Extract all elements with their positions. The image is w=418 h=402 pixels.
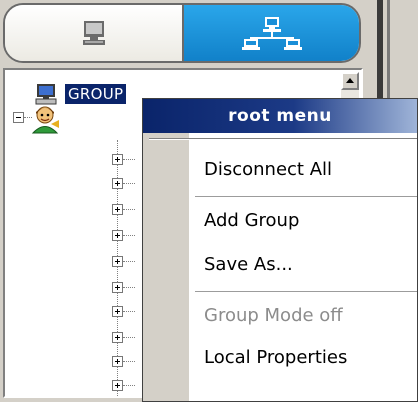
tree-node-label[interactable]: GROUP bbox=[65, 84, 127, 104]
tab-local-view[interactable] bbox=[5, 5, 182, 61]
tree-node-group[interactable]: GROUP bbox=[35, 82, 127, 106]
expand-toggle[interactable] bbox=[112, 332, 123, 343]
tree-connector bbox=[123, 235, 135, 236]
user-icon bbox=[31, 106, 59, 134]
menu-item-add-group[interactable]: Add Group bbox=[204, 210, 299, 231]
expand-toggle[interactable] bbox=[112, 178, 123, 189]
tree-connector bbox=[123, 361, 135, 362]
menu-item-save-as[interactable]: Save As... bbox=[204, 254, 293, 275]
root-context-menu: root menu Disconnect All Add Group Save … bbox=[142, 98, 418, 402]
menu-item-disconnect-all[interactable]: Disconnect All bbox=[204, 159, 332, 180]
tree-connector bbox=[123, 183, 135, 184]
expand-toggle[interactable] bbox=[112, 256, 123, 267]
expand-toggle[interactable] bbox=[112, 356, 123, 367]
tree-connector bbox=[123, 287, 135, 288]
view-toggle bbox=[3, 3, 361, 63]
expand-toggle[interactable] bbox=[112, 282, 123, 293]
context-menu-header: root menu bbox=[143, 99, 417, 133]
context-menu-gutter bbox=[143, 133, 189, 401]
network-icon bbox=[241, 17, 302, 50]
expand-toggle[interactable] bbox=[112, 380, 123, 391]
tab-network-view[interactable] bbox=[182, 5, 359, 61]
tree-connector bbox=[123, 385, 135, 386]
computer-icon bbox=[82, 21, 105, 45]
menu-item-group-mode-off[interactable]: Group Mode off bbox=[204, 305, 343, 326]
tree-connector bbox=[123, 209, 135, 210]
collapse-toggle[interactable] bbox=[13, 112, 24, 123]
menu-item-local-properties[interactable]: Local Properties bbox=[204, 347, 347, 368]
tree-connector bbox=[123, 159, 135, 160]
computer-icon bbox=[35, 84, 57, 105]
expand-toggle[interactable] bbox=[112, 230, 123, 241]
context-menu-title: root menu bbox=[228, 106, 332, 126]
expand-toggle[interactable] bbox=[112, 154, 123, 165]
menu-separator bbox=[195, 291, 417, 293]
menu-separator bbox=[149, 138, 417, 140]
tree-connector bbox=[123, 311, 135, 312]
expand-toggle[interactable] bbox=[112, 306, 123, 317]
expand-toggle[interactable] bbox=[112, 204, 123, 215]
scroll-up-button[interactable] bbox=[341, 72, 359, 90]
menu-separator bbox=[195, 196, 417, 198]
tree-connector bbox=[123, 261, 135, 262]
tree-connector bbox=[123, 337, 135, 338]
